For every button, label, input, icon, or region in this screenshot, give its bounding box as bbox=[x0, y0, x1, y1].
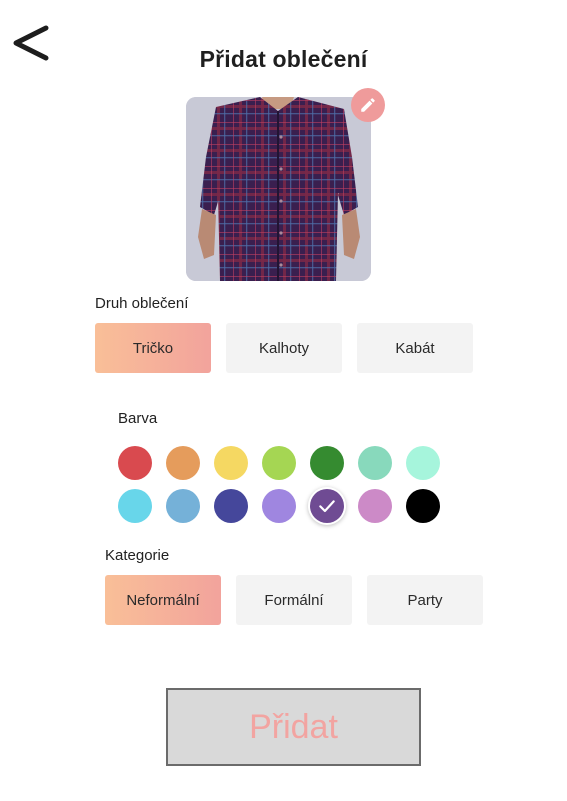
page-title: Přidat oblečení bbox=[199, 46, 368, 72]
color-swatch[interactable] bbox=[310, 489, 344, 523]
shirt-image bbox=[186, 97, 371, 281]
edit-photo-button[interactable] bbox=[351, 88, 385, 122]
color-swatch[interactable] bbox=[262, 489, 296, 523]
color-swatch[interactable] bbox=[406, 446, 440, 480]
color-label: Barva bbox=[118, 410, 158, 427]
type-option-tricko[interactable]: Tričko bbox=[95, 323, 211, 373]
category-option-party[interactable]: Party bbox=[367, 575, 483, 625]
color-swatch[interactable] bbox=[166, 489, 200, 523]
check-icon bbox=[319, 500, 335, 513]
category-option-formalni[interactable]: Formální bbox=[236, 575, 352, 625]
color-swatch[interactable] bbox=[358, 489, 392, 523]
category-option-neformalni[interactable]: Neformální bbox=[105, 575, 221, 625]
type-option-kalhoty[interactable]: Kalhoty bbox=[226, 323, 342, 373]
color-swatch[interactable] bbox=[214, 489, 248, 523]
color-swatch[interactable] bbox=[118, 446, 152, 480]
color-swatch[interactable] bbox=[358, 446, 392, 480]
submit-button[interactable]: Přidat bbox=[166, 688, 421, 766]
color-swatch[interactable] bbox=[166, 446, 200, 480]
pencil-icon bbox=[361, 98, 375, 112]
color-swatch[interactable] bbox=[214, 446, 248, 480]
type-option-kabat[interactable]: Kabát bbox=[357, 323, 473, 373]
color-swatch[interactable] bbox=[118, 489, 152, 523]
color-swatch[interactable] bbox=[310, 446, 344, 480]
color-swatch[interactable] bbox=[262, 446, 296, 480]
clothing-photo bbox=[186, 97, 371, 281]
category-label: Kategorie bbox=[105, 547, 170, 564]
type-label: Druh oblečení bbox=[95, 295, 189, 312]
color-swatch[interactable] bbox=[406, 489, 440, 523]
